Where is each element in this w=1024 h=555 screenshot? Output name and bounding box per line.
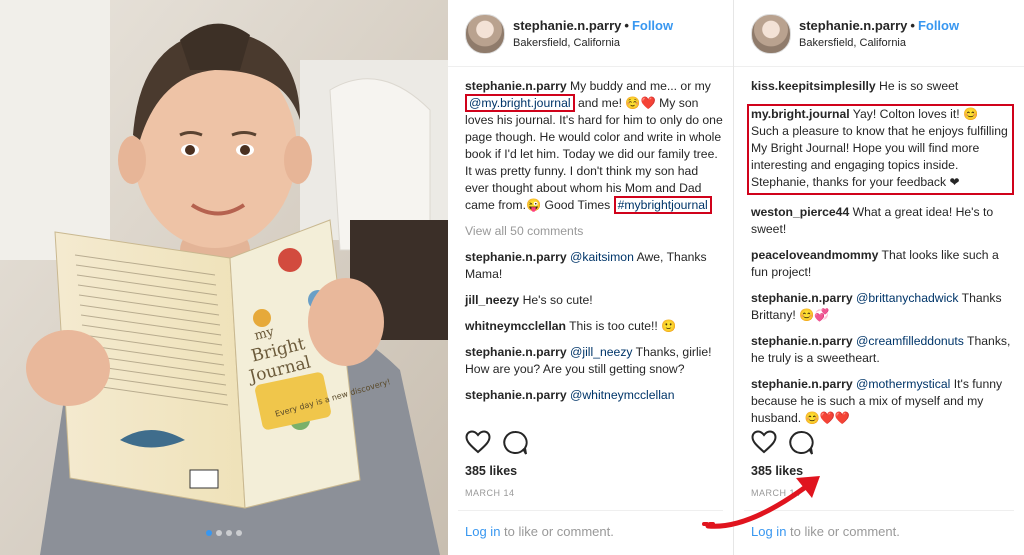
comment-username[interactable]: kiss.keepitsimplesilly xyxy=(751,79,876,93)
username[interactable]: stephanie.n.parry xyxy=(799,18,907,33)
comment-username[interactable]: stephanie.n.parry xyxy=(751,334,853,348)
login-link[interactable]: Log in xyxy=(465,524,500,539)
view-all-comments-link[interactable]: View all 50 comments xyxy=(465,223,723,240)
comment-username[interactable]: stephanie.n.parry xyxy=(751,291,853,305)
comment-text: He's so cute! xyxy=(519,293,593,307)
comment: stephanie.n.parry @brittanychadwick Than… xyxy=(751,290,1014,324)
comment: stephanie.n.parry @mothermystical It's f… xyxy=(751,376,1014,427)
avatar[interactable] xyxy=(465,14,505,54)
post-header: stephanie.n.parry • Follow Bakersfield, Ca… xyxy=(465,14,733,56)
comments-list: stephanie.n.parry My buddy and me... or … xyxy=(465,78,723,413)
comment-username[interactable]: stephanie.n.parry xyxy=(465,345,567,359)
comment: whitneymcclellan This is too cute!! 🙂 xyxy=(465,318,723,335)
caption-text: and me! ☺️❤️ My son loves his journal. I… xyxy=(465,96,723,212)
heart-icon[interactable] xyxy=(751,430,777,454)
location[interactable]: Bakersfield, California xyxy=(513,37,620,49)
username[interactable]: stephanie.n.parry xyxy=(513,18,621,33)
comment-mention[interactable]: @jill_neezy xyxy=(570,345,633,359)
login-prompt: Log in to like or comment. xyxy=(465,524,614,539)
comment-username[interactable]: weston_pierce44 xyxy=(751,205,849,219)
divider xyxy=(448,66,733,67)
post-header: stephanie.n.parry • Follow Bakersfield, Ca… xyxy=(751,14,1024,56)
carousel-dot[interactable] xyxy=(216,530,222,536)
follow-button[interactable]: Follow xyxy=(918,18,959,33)
heart-icon[interactable] xyxy=(465,430,491,454)
hashtag-link-highlighted[interactable]: #mybrightjournal xyxy=(613,196,712,214)
divider xyxy=(458,510,723,511)
separator-dot: • xyxy=(624,18,629,33)
likes-count[interactable]: 385 likes xyxy=(465,464,517,478)
comment-mention[interactable]: @creamfilleddonuts xyxy=(856,334,964,348)
comment-username[interactable]: stephanie.n.parry xyxy=(751,377,853,391)
comment-mention[interactable]: @brittanychadwick xyxy=(856,291,958,305)
comments-list: kiss.keepitsimplesilly He is so sweet my… xyxy=(747,78,1014,436)
carousel-dot[interactable] xyxy=(236,530,242,536)
comment: weston_pierce44 What a great idea! He's … xyxy=(751,204,1014,238)
avatar[interactable] xyxy=(751,14,791,54)
carousel-dot-active[interactable] xyxy=(206,530,212,536)
red-arrow-icon xyxy=(702,476,820,529)
divider xyxy=(734,66,1024,67)
comment-highlighted: my.bright.journal Yay! Colton loves it! … xyxy=(747,104,1014,195)
location[interactable]: Bakersfield, California xyxy=(799,37,906,49)
photo-illustration: my Bright Journal Every day is a new dis… xyxy=(0,0,448,555)
caption: stephanie.n.parry My buddy and me... or … xyxy=(465,78,723,214)
comment: jill_neezy He's so cute! xyxy=(465,292,723,309)
comment-mention[interactable]: @whitneymcclellan xyxy=(570,388,675,402)
comment-text: This is too cute!! 🙂 xyxy=(565,319,677,333)
post-panel-1: stephanie.n.parry • Follow Bakersfield, Ca… xyxy=(448,0,734,555)
mention-link-highlighted[interactable]: @my.bright.journal xyxy=(465,94,575,112)
caption-text: My buddy and me... or my xyxy=(566,79,711,93)
carousel-dot[interactable] xyxy=(226,530,232,536)
follow-button[interactable]: Follow xyxy=(632,18,673,33)
separator-dot: • xyxy=(910,18,915,33)
comment-username[interactable]: peaceloveandmommy xyxy=(751,248,878,262)
comment: stephanie.n.parry @jill_neezy Thanks, gi… xyxy=(465,344,723,378)
comment-username[interactable]: my.bright.journal xyxy=(751,107,850,121)
comment-mention[interactable]: @kaitsimon xyxy=(570,250,634,264)
comment: stephanie.n.parry @whitneymcclellan xyxy=(465,387,723,404)
comment-username[interactable]: whitneymcclellan xyxy=(465,319,566,333)
comment-username[interactable]: stephanie.n.parry xyxy=(465,388,567,402)
login-text: to like or comment. xyxy=(500,524,614,539)
comment: peaceloveandmommy That looks like such a… xyxy=(751,247,1014,281)
comment-username[interactable]: stephanie.n.parry xyxy=(465,250,567,264)
comment-icon[interactable] xyxy=(788,430,814,456)
post-photo[interactable]: my Bright Journal Every day is a new dis… xyxy=(0,0,448,555)
comment-mention[interactable]: @mothermystical xyxy=(856,377,950,391)
carousel-dots xyxy=(0,523,448,541)
post-date: MARCH 14 xyxy=(465,488,515,498)
comment: stephanie.n.parry @creamfilleddonuts Tha… xyxy=(751,333,1014,367)
comment-text: He is so sweet xyxy=(875,79,959,93)
comment-icon[interactable] xyxy=(502,430,528,456)
comment: kiss.keepitsimplesilly He is so sweet xyxy=(751,78,1014,95)
comment: stephanie.n.parry @kaitsimon Awe, Thanks… xyxy=(465,249,723,283)
comment-username[interactable]: jill_neezy xyxy=(465,293,519,307)
caption-username[interactable]: stephanie.n.parry xyxy=(465,79,567,93)
